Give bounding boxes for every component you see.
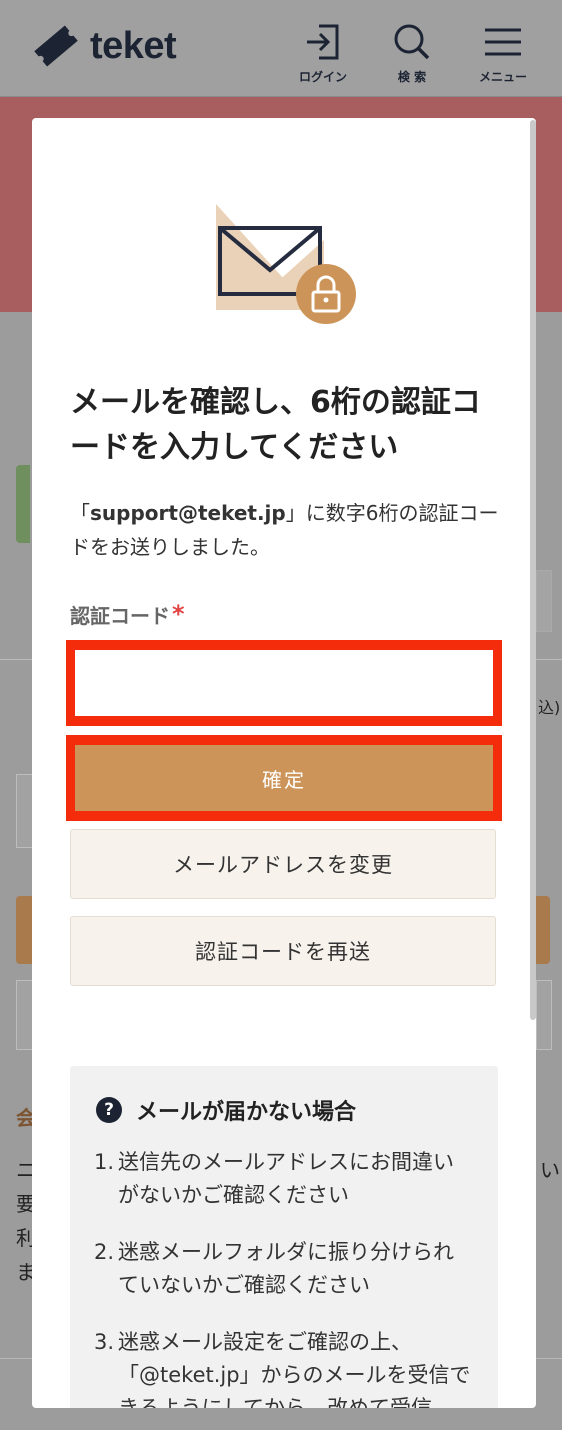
ticket-logo-icon <box>34 25 78 67</box>
code-label-text: 認証コード <box>70 604 170 628</box>
bg-button <box>16 896 32 964</box>
help-item-text: 送信先のメールアドレスにお間違いがないかご確認ください <box>118 1150 454 1207</box>
help-item-num: 1. <box>94 1150 115 1174</box>
help-item-text: 迷惑メールフォルダに振り分けられていないかご確認ください <box>118 1240 454 1297</box>
search-icon <box>394 24 430 60</box>
change-email-button[interactable]: メールアドレスを変更 <box>70 829 496 899</box>
bg-button-right <box>536 896 550 964</box>
bg-card <box>536 570 552 632</box>
verification-code-input[interactable] <box>75 650 493 716</box>
menu-label: メニュー <box>478 70 527 84</box>
bg-divider <box>0 659 32 660</box>
search-label: 検 索 <box>397 70 427 84</box>
help-box: ? メールが届かない場合 1. 送信先のメールアドレスにお間違いがないかご確認くだ… <box>70 1066 498 1408</box>
help-title-text: メールが届かない場合 <box>136 1100 357 1125</box>
help-item-num: 3. <box>94 1330 115 1354</box>
verification-modal: メールを確認し、6桁の認証コードを入力してください 「support@teket… <box>32 118 536 1408</box>
help-item: 2. 迷惑メールフォルダに振り分けられていないかご確認ください <box>94 1236 474 1302</box>
bg-button-2-right <box>536 980 552 1050</box>
help-item-num: 2. <box>94 1240 115 1264</box>
resend-code-button[interactable]: 認証コードを再送 <box>70 916 496 986</box>
help-item: 1. 送信先のメールアドレスにお間違いがないかご確認ください <box>94 1146 474 1212</box>
search-button[interactable]: 検 索 <box>377 22 447 85</box>
help-list: 1. 送信先のメールアドレスにお間違いがないかご確認ください 2. 迷惑メールフォル… <box>94 1146 474 1408</box>
email-address: support@teket.jp <box>90 501 286 525</box>
modal-title: メールを確認し、6桁の認証コードを入力してください <box>70 385 481 465</box>
login-label: ログイン <box>298 70 347 84</box>
code-field-label: 認証コード* <box>70 600 185 629</box>
help-title: ? メールが届かない場合 <box>96 1094 356 1126</box>
status-tag <box>16 465 30 543</box>
bg-text: 込) <box>538 698 561 717</box>
modal-description: 「support@teket.jp」に数字6桁の認証コードをお送りしました。 <box>70 496 510 564</box>
bg-line-right: い <box>540 1158 560 1182</box>
menu-button[interactable]: メニュー <box>468 22 538 85</box>
confirm-button[interactable]: 確定 <box>75 745 493 811</box>
help-item-text: 迷惑メール設定をご確認の上、「@teket.jp」からのメールを受信できるように… <box>118 1330 471 1408</box>
login-icon <box>307 24 339 60</box>
site-header: teket ログイン 検 索 メニュー <box>0 0 562 97</box>
required-mark: * <box>172 600 185 628</box>
logo[interactable]: teket <box>30 22 177 70</box>
question-icon: ? <box>96 1097 122 1123</box>
login-button[interactable]: ログイン <box>288 22 358 85</box>
modal-scrollbar[interactable] <box>530 120 536 1020</box>
help-item: 3. 迷惑メール設定をご確認の上、「@teket.jp」からのメールを受信できるよ… <box>94 1326 474 1408</box>
hamburger-icon <box>485 28 521 56</box>
mail-lock-icon <box>216 204 356 324</box>
logo-text: teket <box>90 24 177 67</box>
desc-open: 「 <box>70 501 90 525</box>
